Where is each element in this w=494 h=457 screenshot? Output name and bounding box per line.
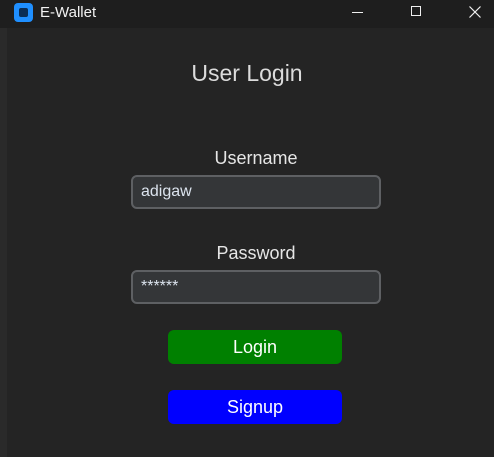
app-icon — [14, 3, 33, 22]
close-button[interactable] — [452, 0, 494, 28]
username-field[interactable]: adigaw — [131, 175, 381, 209]
username-label: Username — [214, 148, 298, 168]
signup-button[interactable]: Signup — [168, 390, 342, 424]
login-button[interactable]: Login — [168, 330, 342, 364]
window-title: E-Wallet — [40, 4, 97, 21]
close-icon — [469, 6, 481, 18]
password-field[interactable]: ****** — [131, 270, 381, 304]
password-label: Password — [216, 243, 296, 263]
page-title: User Login — [191, 60, 303, 86]
minimize-button[interactable] — [335, 0, 381, 28]
maximize-button[interactable] — [394, 0, 440, 28]
title-bar[interactable]: E-Wallet — [0, 0, 494, 28]
e-wallet-window: E-Wallet User Login Username adigaw Pass… — [0, 0, 494, 457]
